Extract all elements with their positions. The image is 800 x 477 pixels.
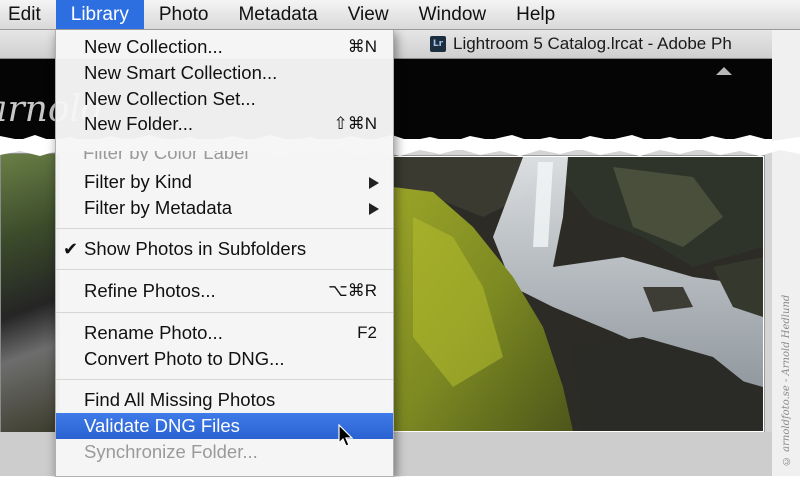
menu-item-label: Refine Photos...	[84, 280, 216, 301]
mouse-pointer-icon	[338, 424, 354, 447]
menu-library[interactable]: Library	[55, 0, 144, 29]
menu-item-label: Show Photos in Subfolders	[84, 238, 307, 259]
checkmark-icon: ✔	[63, 239, 79, 259]
waterfall-image	[393, 157, 763, 431]
menu-item-convert-photo-to-dng[interactable]: Convert Photo to DNG...	[56, 346, 393, 372]
menu-item-label: Convert Photo to DNG...	[84, 348, 285, 369]
menu-item-shortcut: F2	[357, 323, 377, 342]
menubar: Edit Library Photo Metadata View Window …	[0, 0, 800, 30]
menu-item-label: New Collection...	[84, 36, 223, 57]
menu-metadata[interactable]: Metadata	[223, 0, 332, 29]
menu-separator	[56, 228, 393, 229]
library-menu: New Collection... ⌘N New Smart Collectio…	[55, 29, 394, 477]
menu-item-label: Rename Photo...	[84, 322, 223, 343]
menu-item-shortcut: ⌥⌘R	[328, 281, 377, 300]
menu-item-new-folder[interactable]: New Folder... ⇧⌘N	[56, 111, 393, 137]
photo-credit: © arnoldfoto.se - Arnold Hedlund	[781, 294, 792, 466]
menu-edit[interactable]: Edit	[0, 0, 56, 29]
lightroom-icon: Lr	[430, 36, 446, 52]
menu-item-label: Synchronize Folder...	[84, 441, 258, 462]
menu-item-label: New Folder...	[84, 113, 193, 134]
photo-preview[interactable]	[392, 156, 764, 432]
submenu-arrow-icon	[369, 177, 379, 189]
menu-item-filter-by-metadata[interactable]: Filter by Metadata	[56, 195, 393, 221]
menu-item-label: New Smart Collection...	[84, 62, 278, 83]
menu-item-rename-photo[interactable]: Rename Photo... F2	[56, 320, 393, 346]
menu-separator	[56, 379, 393, 380]
menu-item-label: Find All Missing Photos	[84, 389, 276, 410]
menu-item-label: Filter by Kind	[84, 171, 192, 192]
menu-separator	[56, 269, 393, 270]
menu-item-shortcut: ⌘N	[347, 37, 377, 56]
submenu-arrow-icon	[369, 203, 379, 215]
menu-item-filter-by-color-label[interactable]: Filter by Color Label	[83, 151, 249, 161]
menu-item-refine-photos[interactable]: Refine Photos... ⌥⌘R	[56, 278, 393, 304]
collapse-panel-arrow-icon[interactable]	[716, 67, 732, 75]
menu-item-label: Validate DNG Files	[84, 415, 240, 436]
photo-thumbnail[interactable]	[0, 153, 60, 435]
menu-item-new-smart-collection[interactable]: New Smart Collection...	[56, 60, 393, 86]
menu-item-new-collection[interactable]: New Collection... ⌘N	[56, 34, 393, 60]
window-title: Lightroom 5 Catalog.lrcat - Adobe Ph	[453, 34, 732, 53]
menu-item-show-photos-in-subfolders[interactable]: ✔ Show Photos in Subfolders	[56, 236, 393, 262]
menu-help[interactable]: Help	[501, 0, 570, 29]
menu-item-new-collection-set[interactable]: New Collection Set...	[56, 86, 393, 112]
menu-item-label: New Collection Set...	[84, 88, 256, 109]
menu-item-shortcut: ⇧⌘N	[333, 114, 377, 133]
menu-item-find-all-missing-photos[interactable]: Find All Missing Photos	[56, 387, 393, 413]
menu-item-filter-by-kind[interactable]: Filter by Kind	[56, 169, 393, 195]
menu-item-label: Filter by Metadata	[84, 197, 233, 218]
menu-photo[interactable]: Photo	[144, 0, 224, 29]
menu-window[interactable]: Window	[404, 0, 502, 29]
menu-view[interactable]: View	[333, 0, 404, 29]
menu-separator	[56, 312, 393, 313]
